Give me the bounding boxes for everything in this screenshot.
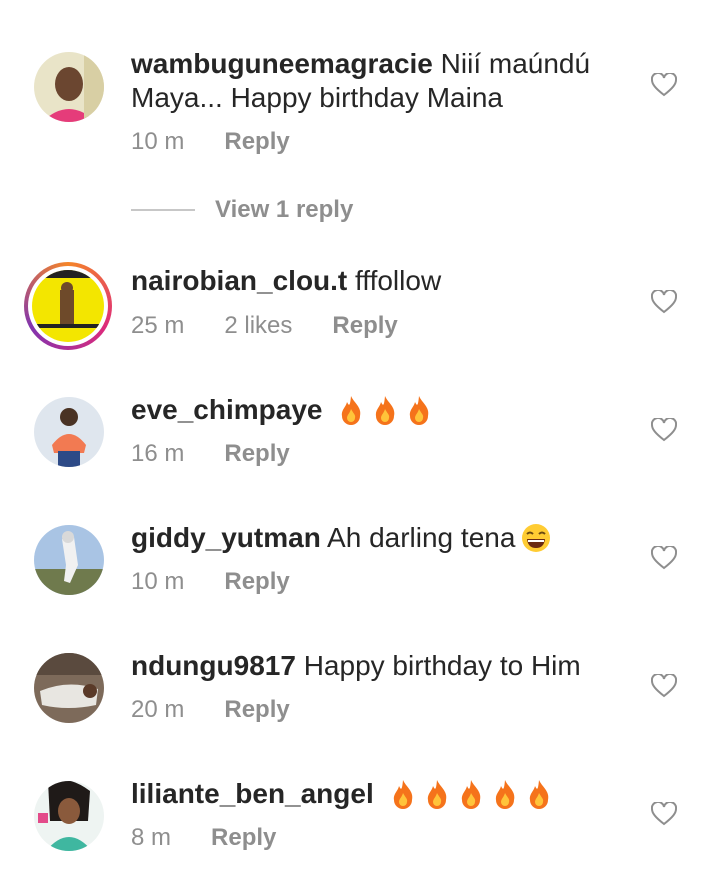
avatar[interactable] [34,781,104,851]
fire-emoji [495,780,514,809]
username[interactable]: liliante_ben_angel [131,778,374,809]
heart-icon[interactable] [651,546,677,570]
username[interactable]: eve_chimpaye [131,394,322,425]
fire-emoji [376,396,395,425]
heart-icon[interactable] [651,674,677,698]
fire-emoji [342,396,361,425]
timestamp: 16 m [131,440,185,467]
view-replies-button[interactable]: View 1 reply [131,196,353,224]
likes-count[interactable]: 2 likes [224,312,292,340]
timestamp: 10 m [131,128,185,155]
fire-emoji [529,780,548,809]
timestamp: 20 m [131,696,185,723]
comment-text: Happy birthday to Him [303,650,581,681]
avatar-story[interactable] [24,262,112,350]
username[interactable]: ndungu9817 [131,650,296,681]
avatar[interactable] [34,525,104,595]
fire-emoji [461,780,480,809]
reply-button[interactable]: Reply [332,312,397,340]
username[interactable]: wambuguneemagracie [131,48,433,79]
laughing-emoji [522,524,551,552]
fire-emoji [393,780,412,809]
username[interactable]: nairobian_clou.t [131,265,347,296]
avatar[interactable] [34,653,104,723]
avatar[interactable] [34,52,104,122]
heart-icon[interactable] [651,73,677,97]
comment-text: Niií maúndú [440,48,591,79]
heart-icon[interactable] [651,802,677,826]
divider [131,209,195,211]
fire-emoji [410,396,429,425]
view-replies-label: View 1 reply [215,196,354,223]
username[interactable]: giddy_yutman [131,522,321,553]
timestamp: 10 m [131,568,185,595]
fire-emoji [427,780,446,809]
reply-button[interactable]: Reply [211,824,276,852]
reply-button[interactable]: Reply [224,568,289,596]
reply-button[interactable]: Reply [224,440,289,468]
avatar[interactable] [34,397,104,467]
reply-button[interactable]: Reply [224,696,289,724]
timestamp: 25 m [131,312,185,339]
comment-text: Ah darling tena [327,522,516,553]
comment-text: fffollow [355,265,442,296]
heart-icon[interactable] [651,290,677,314]
heart-icon[interactable] [651,418,677,442]
reply-button[interactable]: Reply [224,128,289,156]
timestamp: 8 m [131,824,172,851]
comment-text: Maya... Happy birthday Maina [131,82,503,113]
